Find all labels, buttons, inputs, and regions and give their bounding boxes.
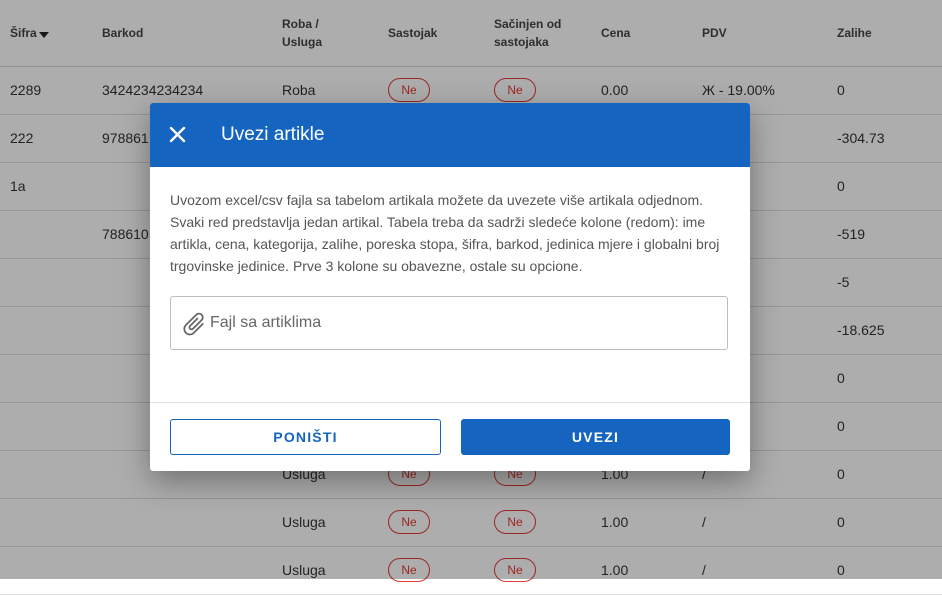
- file-input-placeholder: Fajl sa artiklima: [210, 314, 322, 331]
- dialog-divider: [150, 402, 750, 403]
- dialog-description: Uvozom excel/csv fajla sa tabelom artika…: [170, 192, 720, 274]
- paperclip-icon: [183, 312, 204, 336]
- close-button[interactable]: [164, 121, 192, 149]
- cancel-button[interactable]: PONIŠTI: [170, 419, 441, 455]
- file-input[interactable]: Fajl sa artiklima: [170, 296, 728, 350]
- import-dialog: Uvezi artikle Uvozom excel/csv fajla sa …: [150, 103, 750, 471]
- dialog-header: Uvezi artikle: [150, 103, 750, 167]
- dialog-title: Uvezi artikle: [221, 124, 325, 145]
- close-icon: [169, 126, 186, 143]
- import-button[interactable]: UVEZI: [461, 419, 730, 455]
